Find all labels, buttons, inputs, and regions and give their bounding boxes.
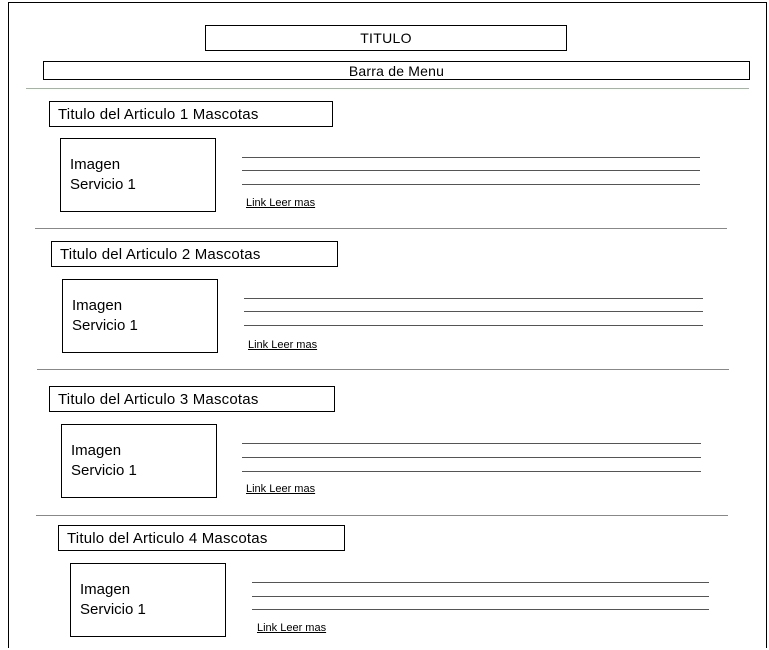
read-more-link[interactable]: Link Leer mas: [248, 339, 317, 351]
read-more-link[interactable]: Link Leer mas: [257, 622, 326, 634]
article-image-placeholder: Imagen Servicio 1: [70, 563, 226, 637]
text-line-placeholder: [242, 184, 700, 185]
menu-bar[interactable]: Barra de Menu: [43, 61, 750, 80]
text-line-placeholder: [242, 157, 700, 158]
article-image-placeholder: Imagen Servicio 1: [60, 138, 216, 212]
article-divider: [35, 228, 727, 229]
article-title: Titulo del Articulo 4 Mascotas: [58, 525, 345, 551]
image-label-line1: Imagen: [71, 442, 122, 459]
page-title: TITULO: [205, 25, 567, 51]
image-label-line2: Servicio 1: [70, 176, 136, 193]
text-line-placeholder: [242, 170, 700, 171]
text-line-placeholder: [242, 457, 701, 458]
text-line-placeholder: [252, 609, 709, 610]
image-label-line2: Servicio 1: [72, 317, 138, 334]
article-title: Titulo del Articulo 1 Mascotas: [49, 101, 333, 127]
image-label-line1: Imagen: [72, 297, 123, 314]
article-title: Titulo del Articulo 2 Mascotas: [51, 241, 338, 267]
text-line-placeholder: [244, 298, 703, 299]
article-image-placeholder: Imagen Servicio 1: [61, 424, 217, 498]
image-label-line2: Servicio 1: [71, 462, 137, 479]
article-divider: [36, 515, 728, 516]
text-line-placeholder: [242, 443, 701, 444]
article-title: Titulo del Articulo 3 Mascotas: [49, 386, 335, 412]
text-line-placeholder: [252, 596, 709, 597]
text-line-placeholder: [244, 311, 703, 312]
article-image-placeholder: Imagen Servicio 1: [62, 279, 218, 353]
image-label-line1: Imagen: [70, 156, 121, 173]
text-line-placeholder: [242, 471, 701, 472]
header-divider: [26, 88, 749, 89]
read-more-link[interactable]: Link Leer mas: [246, 197, 315, 209]
text-line-placeholder: [244, 325, 703, 326]
read-more-link[interactable]: Link Leer mas: [246, 483, 315, 495]
text-line-placeholder: [252, 582, 709, 583]
image-label-line1: Imagen: [80, 581, 131, 598]
article-divider: [37, 369, 729, 370]
image-label-line2: Servicio 1: [80, 601, 146, 618]
